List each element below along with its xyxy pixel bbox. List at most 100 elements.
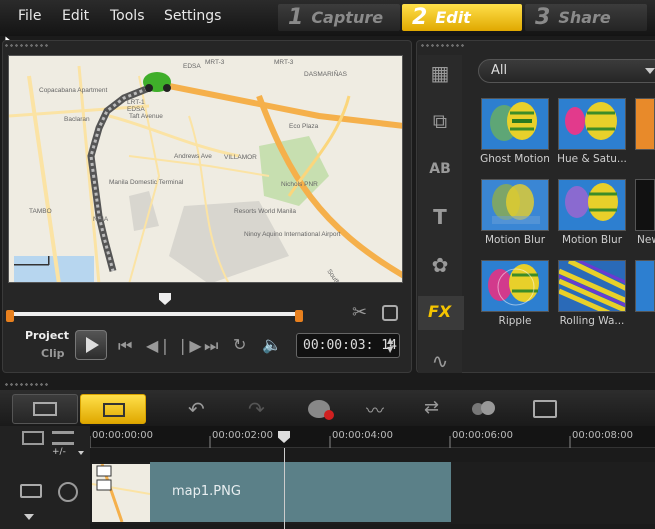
previous-frame-icon[interactable]: ◀❘ [146, 336, 172, 355]
ruler-tick-label: 00:00:02:00 [212, 430, 274, 441]
effect-label: Motion Blur [484, 234, 546, 246]
map-label: Taft Avenue [129, 113, 163, 120]
panel-grip[interactable] [4, 382, 50, 388]
volume-icon[interactable]: 🔈 [262, 335, 282, 354]
audio-mixer-icon[interactable]: 〰 [366, 397, 384, 423]
ruler-tick-label: 00:00:04:00 [332, 430, 394, 441]
video-track-icon[interactable] [58, 482, 78, 502]
zoom-control[interactable]: +/- [52, 447, 66, 457]
map-label: Resorts World Manila [234, 208, 296, 215]
effect-thumbnail-partial[interactable] [635, 98, 655, 150]
home-icon[interactable]: ⏮ [118, 336, 132, 356]
text-t-icon[interactable]: T [426, 204, 454, 230]
step-number: 3 [535, 5, 551, 30]
library-filter-dropdown[interactable]: All [478, 59, 655, 83]
subtitle-icon[interactable] [533, 400, 557, 418]
effect-thumbnail-motion-blur-2[interactable] [558, 179, 626, 231]
step-label: Share [558, 8, 611, 27]
effect-thumbnail-new[interactable] [635, 179, 655, 231]
map-label: Nichols PNR [281, 181, 318, 188]
map-label: TAMBO [29, 208, 52, 215]
map-label: NAIA [93, 216, 109, 223]
chevron-down-icon[interactable] [645, 68, 655, 74]
storyboard-view-button[interactable] [12, 394, 78, 424]
trim-start-handle[interactable] [6, 310, 14, 322]
trim-end-handle[interactable] [295, 310, 303, 322]
end-icon[interactable]: ⏭ [204, 336, 218, 356]
effect-thumbnail-motion-blur-1[interactable] [481, 179, 549, 231]
menu-file[interactable]: File [18, 8, 41, 24]
map-label: Copacabana Apartment [39, 87, 107, 94]
scrub-bar[interactable] [12, 312, 300, 316]
menu-tools[interactable]: Tools [110, 8, 145, 24]
play-icon [86, 337, 99, 353]
effect-label: Motion Blur [561, 234, 623, 246]
play-button[interactable] [75, 330, 107, 360]
redo-icon[interactable]: ↷ [248, 397, 265, 421]
media-icon[interactable]: ▦ [426, 60, 454, 86]
map-label: Andrews Ave [174, 153, 212, 160]
project-mode-label[interactable]: Project [25, 329, 69, 342]
enlarge-icon[interactable] [382, 305, 398, 321]
effect-label: Hue & Satu... [557, 153, 627, 165]
map-label: LRT-1 [127, 99, 145, 106]
step-number: 2 [412, 5, 428, 30]
effect-thumbnail-hue-saturation[interactable] [558, 98, 626, 150]
menu-settings[interactable]: Settings [164, 8, 221, 24]
timeline-view-button[interactable] [80, 394, 146, 424]
map-label: MRT-3 [205, 59, 225, 66]
graphics-icon[interactable]: ✿ [426, 252, 454, 278]
playhead-line [284, 448, 285, 529]
panel-grip[interactable] [420, 43, 466, 49]
expand-tracks-icon[interactable] [24, 514, 34, 520]
auto-music-icon[interactable]: ⇄ [424, 397, 439, 418]
track-headers [0, 426, 90, 529]
step-edit-tab[interactable]: 2 Edit [402, 4, 522, 31]
effect-label: Ripple [498, 315, 532, 327]
timecode-stepper[interactable]: ▲ ▼ [387, 336, 393, 354]
timecode-field[interactable]: 00:00:03: 14 [296, 333, 400, 358]
chapter-list-icon[interactable] [52, 431, 74, 445]
step-capture-tab[interactable]: 1 Capture [278, 4, 400, 31]
map-label: Ninoy Aquino International Airport [244, 231, 341, 238]
title-ab-icon[interactable]: AB [426, 156, 454, 182]
map-label: VILLAMOR [224, 154, 257, 161]
lock-track-icon[interactable] [20, 484, 42, 498]
effect-thumbnail-partial-2[interactable] [635, 260, 655, 312]
menu-edit[interactable]: Edit [62, 8, 89, 24]
repeat-icon[interactable]: ↻ [233, 335, 246, 354]
effect-thumbnail-rolling-wave[interactable] [558, 260, 626, 312]
map-label: DASMARIÑAS [304, 69, 348, 78]
map-label: EDSA [183, 63, 201, 70]
transition-icon[interactable]: ⧉ [426, 108, 454, 134]
undo-icon[interactable]: ↶ [188, 397, 205, 421]
scissors-icon[interactable]: ✂ [352, 302, 367, 323]
effect-label: Rolling Wa... [559, 315, 625, 327]
map-label: EDSA [127, 106, 145, 113]
map-preview: EDSA MRT-3 MRT-3 DASMARIÑAS Copacabana A… [9, 56, 402, 282]
map-label: Baclaran [64, 116, 90, 123]
effect-thumbnail-ripple[interactable] [481, 260, 549, 312]
ruler-tick-label: 00:00:08:00 [572, 430, 634, 441]
effect-thumbnail-ghost-motion[interactable] [481, 98, 549, 150]
dropdown-value: All [491, 63, 508, 78]
clip-thumbnail[interactable] [92, 464, 150, 522]
track-manager-icon[interactable] [22, 431, 44, 445]
multi-trim-icon[interactable] [472, 401, 498, 417]
step-label: Edit [435, 8, 471, 27]
clip-mode-label[interactable]: Clip [41, 347, 65, 360]
step-share-tab[interactable]: 3 Share [525, 4, 647, 31]
step-label: Capture [311, 8, 384, 27]
path-icon[interactable]: ∿ [426, 348, 454, 374]
zoom-chevron-icon[interactable] [78, 451, 84, 455]
filmstrip-icon [33, 402, 57, 416]
preview-window: EDSA MRT-3 MRT-3 DASMARIÑAS Copacabana A… [8, 55, 403, 283]
next-frame-icon[interactable]: ❘▶ [176, 336, 202, 355]
fx-icon: FX [428, 302, 452, 321]
effect-label: Ghost Motion [480, 153, 550, 165]
step-number: 1 [288, 5, 304, 30]
record-capture-icon[interactable] [308, 400, 334, 420]
map-label: Manila Domestic Terminal [109, 179, 184, 186]
effect-label: New [637, 234, 655, 246]
panel-grip[interactable] [4, 43, 50, 49]
